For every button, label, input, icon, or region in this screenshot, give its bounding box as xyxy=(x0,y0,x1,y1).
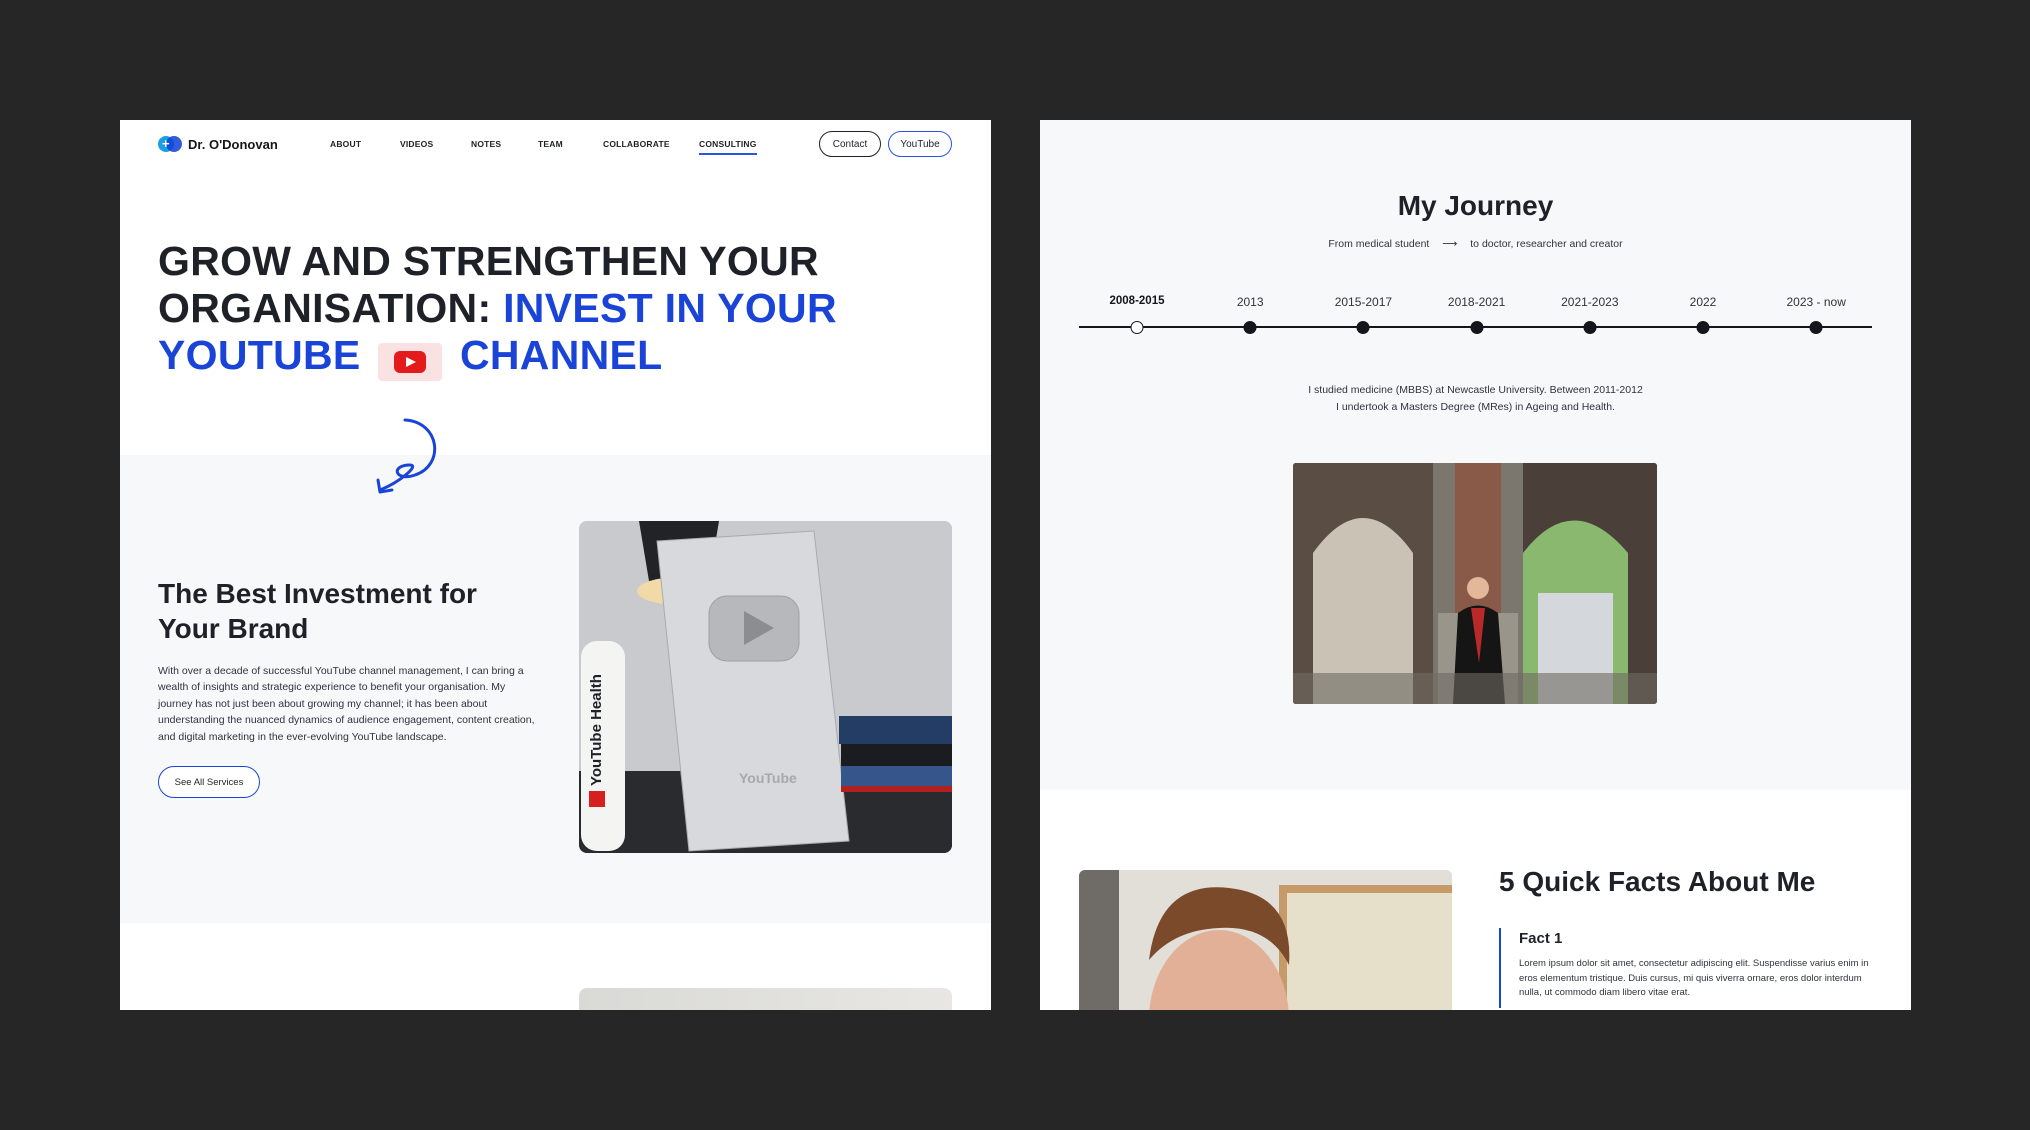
logo-icon: + xyxy=(158,136,182,152)
facts-title: 5 Quick Facts About Me xyxy=(1499,866,1816,897)
hero-line-3-channel: CHANNEL xyxy=(459,332,663,378)
journey-description: I studied medicine (MBBS) at Newcastle U… xyxy=(1040,382,1911,416)
journey-subtitle-left: From medical student xyxy=(1328,238,1430,250)
timeline-label[interactable]: 2018-2021 xyxy=(1448,295,1505,309)
arrow-right-icon: ⟶ xyxy=(1442,238,1458,250)
silver-play-button-photo: YouTube Health YouTube xyxy=(579,521,952,853)
investment-body: With over a decade of successful YouTube… xyxy=(158,665,535,743)
youtube-logo-icon xyxy=(378,343,443,381)
timeline-label[interactable]: 2015-2017 xyxy=(1335,295,1392,309)
nav-item-team[interactable]: TEAM xyxy=(538,139,563,149)
hero-line-3-youtube: YOUTUBE xyxy=(158,332,361,378)
youtube-button[interactable]: YouTube xyxy=(888,131,952,157)
nav-item-collaborate[interactable]: COLLABORATE xyxy=(603,139,670,149)
journey-subtitle: From medical student ⟶ to doctor, resear… xyxy=(1040,238,1911,250)
see-all-services-button[interactable]: See All Services xyxy=(158,766,260,798)
timeline-dot[interactable] xyxy=(1243,321,1257,334)
investment-title: The Best Investment for Your Brand xyxy=(158,578,477,644)
portrait-photo xyxy=(1079,870,1452,1010)
hero-line-2-highlight: INVEST IN YOUR xyxy=(503,285,837,331)
nav-item-videos[interactable]: VIDEOS xyxy=(400,139,433,149)
timeline-label[interactable]: 2023 - now xyxy=(1787,295,1846,309)
hero-line-1: GROW AND STRENGTHEN YOUR xyxy=(158,238,819,284)
journey-title: My Journey xyxy=(1397,190,1554,221)
bottle-label: YouTube Health xyxy=(588,674,605,786)
timeline-dot[interactable] xyxy=(1130,321,1144,334)
journey-text-line-2: I undertook a Masters Degree (MRes) in A… xyxy=(1336,401,1615,413)
timeline-dot[interactable] xyxy=(1583,321,1597,334)
timeline-dot[interactable] xyxy=(1470,321,1484,334)
timeline-dot[interactable] xyxy=(1809,321,1823,334)
timeline-label[interactable]: 2008-2015 xyxy=(1110,295,1165,307)
about-page-panel: My Journey From medical student ⟶ to doc… xyxy=(1040,120,1911,1010)
contact-button[interactable]: Contact xyxy=(819,131,881,157)
hero-heading: GROW AND STRENGTHEN YOUR ORGANISATION: I… xyxy=(158,238,837,381)
hero-line-2: ORGANISATION: xyxy=(158,285,504,331)
consulting-page-panel: + Dr. O'Donovan ABOUT VIDEOS NOTES TEAM … xyxy=(120,120,991,1010)
site-logo[interactable]: + Dr. O'Donovan xyxy=(158,136,278,152)
timeline-dot[interactable] xyxy=(1356,321,1370,334)
second-photo-preview xyxy=(579,988,952,1010)
graduation-photo xyxy=(1293,463,1657,704)
journey-subtitle-right: to doctor, researcher and creator xyxy=(1470,238,1623,250)
top-nav: + Dr. O'Donovan ABOUT VIDEOS NOTES TEAM … xyxy=(120,120,991,168)
curly-arrow-icon xyxy=(376,418,437,494)
timeline-label[interactable]: 2021-2023 xyxy=(1561,295,1618,309)
timeline-dot[interactable] xyxy=(1696,321,1710,334)
journey-text-line-1: I studied medicine (MBBS) at Newcastle U… xyxy=(1308,384,1643,396)
timeline-label[interactable]: 2013 xyxy=(1237,295,1264,309)
fact-title: Fact 1 xyxy=(1519,930,1563,947)
logo-text: Dr. O'Donovan xyxy=(188,136,278,152)
fact-item: Fact 1 Lorem ipsum dolor sit amet, conse… xyxy=(1499,928,1879,1008)
timeline-label[interactable]: 2022 xyxy=(1690,295,1717,309)
nav-item-about[interactable]: ABOUT xyxy=(330,139,361,149)
nav-item-consulting[interactable]: CONSULTING xyxy=(699,139,757,155)
nav-item-notes[interactable]: NOTES xyxy=(471,139,501,149)
plaque-label: YouTube xyxy=(739,770,797,786)
fact-text: Lorem ipsum dolor sit amet, consectetur … xyxy=(1519,958,1869,998)
